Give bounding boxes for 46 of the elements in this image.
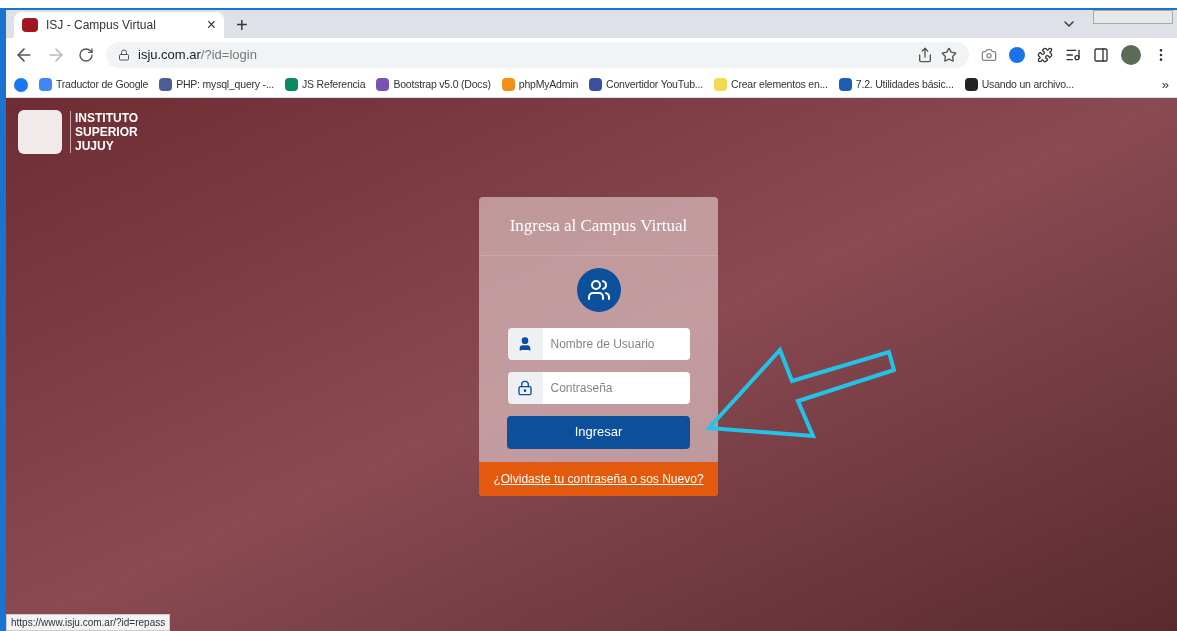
forgot-password-link[interactable]: ¿Olvidaste tu contraseña o sos Nuevo? [493,469,704,488]
login-title: Ingresa al Campus Virtual [479,197,718,256]
bookmark-item[interactable]: JS Referencia [285,76,366,93]
browser-tab[interactable]: ISJ - Campus Virtual × [14,12,224,38]
side-panel-icon[interactable] [1093,47,1109,63]
bookmark-item[interactable]: phpMyAdmin [501,76,579,93]
bookmark-favicon [838,78,852,91]
logo-text: JUJUY [75,139,115,153]
bookmark-favicon [714,78,727,91]
password-field[interactable]: Contraseña [542,371,690,404]
camera-icon[interactable] [981,47,997,63]
bookmark-favicon [39,78,52,91]
username-field[interactable]: Nombre de Usuario [542,327,690,360]
bookmark-item[interactable]: Crear elementos en... [714,76,828,93]
bookmark-item[interactable]: Usando un archivo... [964,76,1074,93]
puzzle-icon[interactable] [1037,47,1053,63]
media-icon[interactable] [1065,47,1081,63]
bookmark-favicon [964,78,978,91]
site-favicon [22,18,38,32]
bookmark-favicon [501,78,515,91]
new-tab-button[interactable]: + [224,12,260,38]
bookmark-item[interactable]: Traductor de Google [39,76,149,93]
profile-avatar[interactable] [1121,45,1141,65]
address-bar[interactable]: isju.com.ar/?id=login [106,42,969,68]
bookmark-favicon [376,78,390,91]
bookmark-item[interactable]: Bootstrap v5.0 (Docs) [376,76,491,93]
star-icon[interactable] [941,47,957,63]
more-bookmarks-button[interactable]: » [1161,74,1169,95]
status-url: https://www.isju.com.ar/?id=repass [6,614,171,631]
lock-icon [517,379,533,396]
tab-title: ISJ - Campus Virtual [46,17,157,34]
share-icon[interactable] [917,47,933,63]
reload-icon[interactable] [78,47,94,63]
bookmark-item[interactable]: 7.2. Utilidades básic... [838,76,954,93]
logo-text: INSTITUTO [75,111,139,125]
bookmark-favicon [159,78,173,91]
logo-text: SUPERIOR [75,125,139,139]
user-icon [517,335,533,352]
tab-close-button[interactable]: × [206,17,216,33]
bookmark-favicon [589,78,603,91]
login-button[interactable]: Ingresar [507,415,690,449]
lock-icon [118,49,130,61]
url-text: isju.com.ar/?id=login [138,46,258,65]
bookmark-item[interactable]: Convertidor YouTub... [589,76,703,93]
bookmark-item[interactable]: PHP: mysql_query -... [159,76,275,93]
bookmark-favicon [285,78,299,91]
